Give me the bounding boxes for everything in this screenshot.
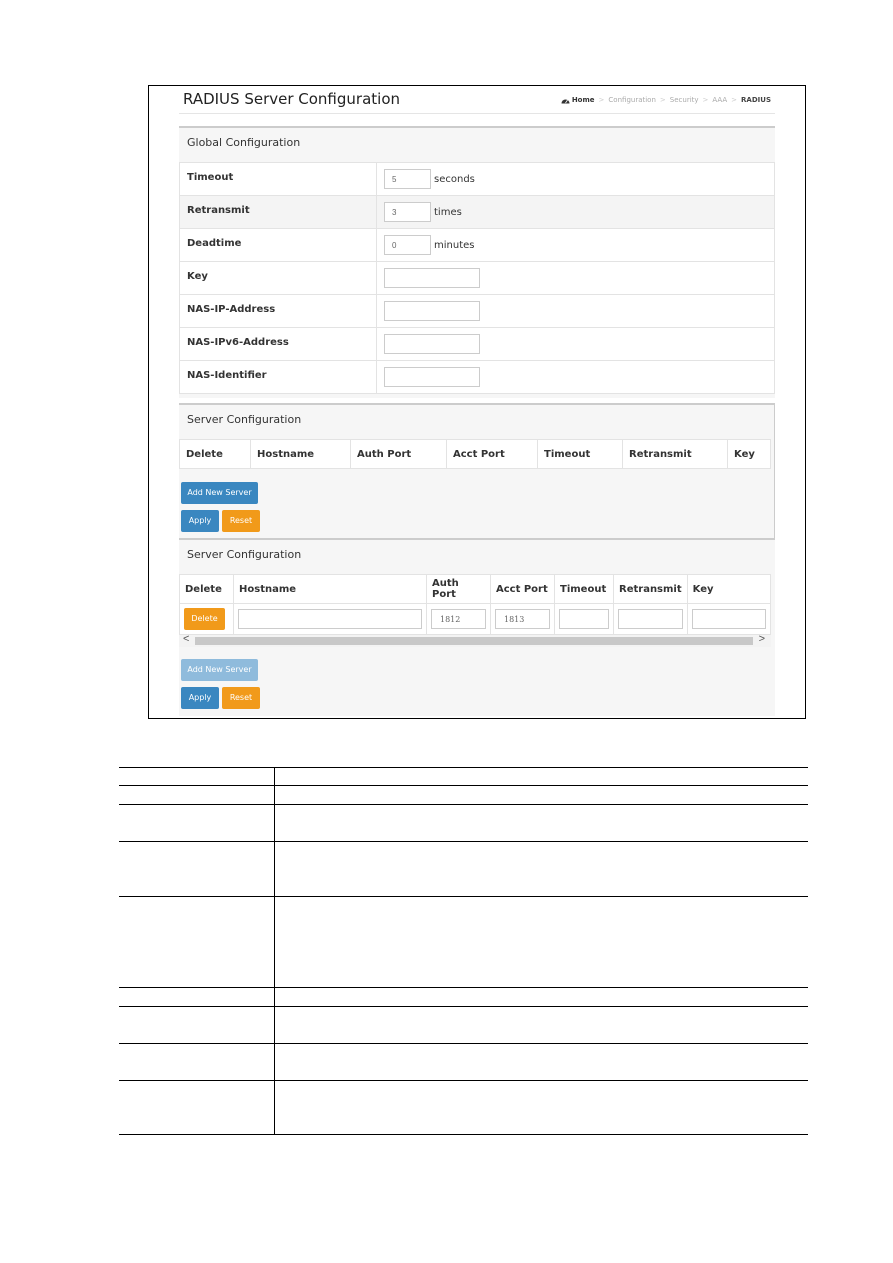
server-table: Delete Hostname Auth Port Acct Port Time…: [179, 574, 772, 635]
reset-button[interactable]: Reset: [222, 510, 260, 532]
col-timeout: Timeout: [554, 574, 614, 604]
col-key: Key: [686, 574, 772, 604]
title-divider: [179, 113, 775, 114]
add-new-server-button[interactable]: Add New Server: [181, 482, 258, 504]
nas-identifier-label: NAS-Identifier: [179, 360, 377, 394]
description-row: [119, 767, 808, 786]
timeout-input[interactable]: 5: [384, 169, 431, 189]
key-label: Key: [179, 261, 377, 295]
breadcrumb-separator: >: [731, 96, 738, 104]
nas-ip-address-input[interactable]: [384, 301, 480, 321]
breadcrumb-home[interactable]: Home: [561, 96, 595, 104]
table-row: Delete 1812 1813: [179, 603, 772, 635]
retransmit-label: Retransmit: [179, 195, 377, 229]
key-input[interactable]: [691, 609, 766, 629]
timeout-row: Timeout 5 seconds: [179, 162, 775, 196]
description-row: [119, 785, 808, 805]
retransmit-input[interactable]: 3: [384, 202, 431, 222]
deadtime-row: Deadtime 0 minutes: [179, 228, 775, 262]
dashboard-icon: [561, 99, 570, 103]
screenshot-frame: RADIUS Server Configuration Home > Confi…: [148, 85, 806, 719]
server-configuration-title: Server Configuration: [187, 413, 302, 426]
description-table: [119, 767, 808, 1135]
scrollbar-thumb[interactable]: [195, 637, 753, 645]
breadcrumb-separator: >: [659, 96, 666, 104]
acct-port-input[interactable]: 1813: [495, 609, 550, 629]
nas-ipv6-address-row: NAS-IPv6-Address: [179, 327, 775, 361]
apply-button[interactable]: Apply: [181, 510, 219, 532]
scroll-left-icon[interactable]: <: [183, 633, 189, 645]
col-timeout: Timeout: [537, 439, 623, 469]
retransmit-unit: times: [434, 206, 462, 218]
nas-ip-address-row: NAS-IP-Address: [179, 294, 775, 328]
breadcrumb-security[interactable]: Security: [670, 96, 699, 104]
nas-identifier-row: NAS-Identifier: [179, 360, 775, 394]
retransmit-input[interactable]: [618, 609, 683, 629]
col-retransmit: Retransmit: [622, 439, 728, 469]
col-acct-port: Acct Port: [490, 574, 555, 604]
description-row: [119, 1080, 808, 1135]
timeout-input[interactable]: [559, 609, 609, 629]
col-key: Key: [727, 439, 771, 469]
server-configuration-panel-empty: Server Configuration Delete Hostname Aut…: [179, 403, 775, 538]
horizontal-scrollbar[interactable]: < >: [179, 633, 771, 647]
timeout-label: Timeout: [179, 162, 377, 196]
description-row: [119, 987, 808, 1007]
col-auth-port: Auth Port: [426, 574, 491, 604]
breadcrumb: Home > Configuration > Security > AAA > …: [561, 96, 771, 104]
server-configuration-title: Server Configuration: [187, 548, 302, 561]
nas-ipv6-address-input[interactable]: [384, 334, 480, 354]
timeout-unit: seconds: [434, 173, 475, 185]
description-row: [119, 804, 808, 842]
description-row: [119, 1006, 808, 1044]
global-configuration-table: Timeout 5 seconds Retransmit 3 times Deadt…: [179, 162, 775, 394]
auth-port-input[interactable]: 1812: [431, 609, 486, 629]
breadcrumb-separator: >: [598, 96, 605, 104]
retransmit-row: Retransmit 3 times: [179, 195, 775, 229]
add-new-server-button[interactable]: Add New Server: [181, 659, 258, 681]
hostname-input[interactable]: [238, 609, 422, 629]
breadcrumb-separator: >: [702, 96, 709, 104]
nas-ip-address-label: NAS-IP-Address: [179, 294, 377, 328]
description-row: [119, 896, 808, 988]
col-hostname: Hostname: [233, 574, 427, 604]
col-hostname: Hostname: [250, 439, 351, 469]
description-row: [119, 1043, 808, 1081]
scroll-right-icon[interactable]: >: [759, 633, 765, 645]
apply-button[interactable]: Apply: [181, 687, 219, 709]
nas-identifier-input[interactable]: [384, 367, 480, 387]
breadcrumb-radius: RADIUS: [741, 96, 771, 104]
col-retransmit: Retransmit: [613, 574, 688, 604]
deadtime-input[interactable]: 0: [384, 235, 431, 255]
col-delete: Delete: [179, 574, 234, 604]
key-input[interactable]: [384, 268, 480, 288]
description-row: [119, 841, 808, 897]
server-table-empty: Delete Hostname Auth Port Acct Port Time…: [179, 439, 771, 469]
page-title: RADIUS Server Configuration: [183, 90, 401, 108]
breadcrumb-aaa[interactable]: AAA: [712, 96, 727, 104]
global-configuration-title: Global Configuration: [187, 136, 301, 149]
reset-button[interactable]: Reset: [222, 687, 260, 709]
col-auth-port: Auth Port: [350, 439, 447, 469]
server-configuration-panel-filled: Server Configuration Delete Hostname Aut…: [179, 538, 775, 716]
key-row: Key: [179, 261, 775, 295]
delete-button[interactable]: Delete: [184, 608, 225, 630]
col-acct-port: Acct Port: [446, 439, 538, 469]
deadtime-label: Deadtime: [179, 228, 377, 262]
deadtime-unit: minutes: [434, 239, 475, 251]
global-configuration-panel: Global Configuration Timeout 5 seconds Re…: [179, 126, 775, 398]
col-delete: Delete: [179, 439, 251, 469]
nas-ipv6-address-label: NAS-IPv6-Address: [179, 327, 377, 361]
breadcrumb-configuration[interactable]: Configuration: [608, 96, 655, 104]
